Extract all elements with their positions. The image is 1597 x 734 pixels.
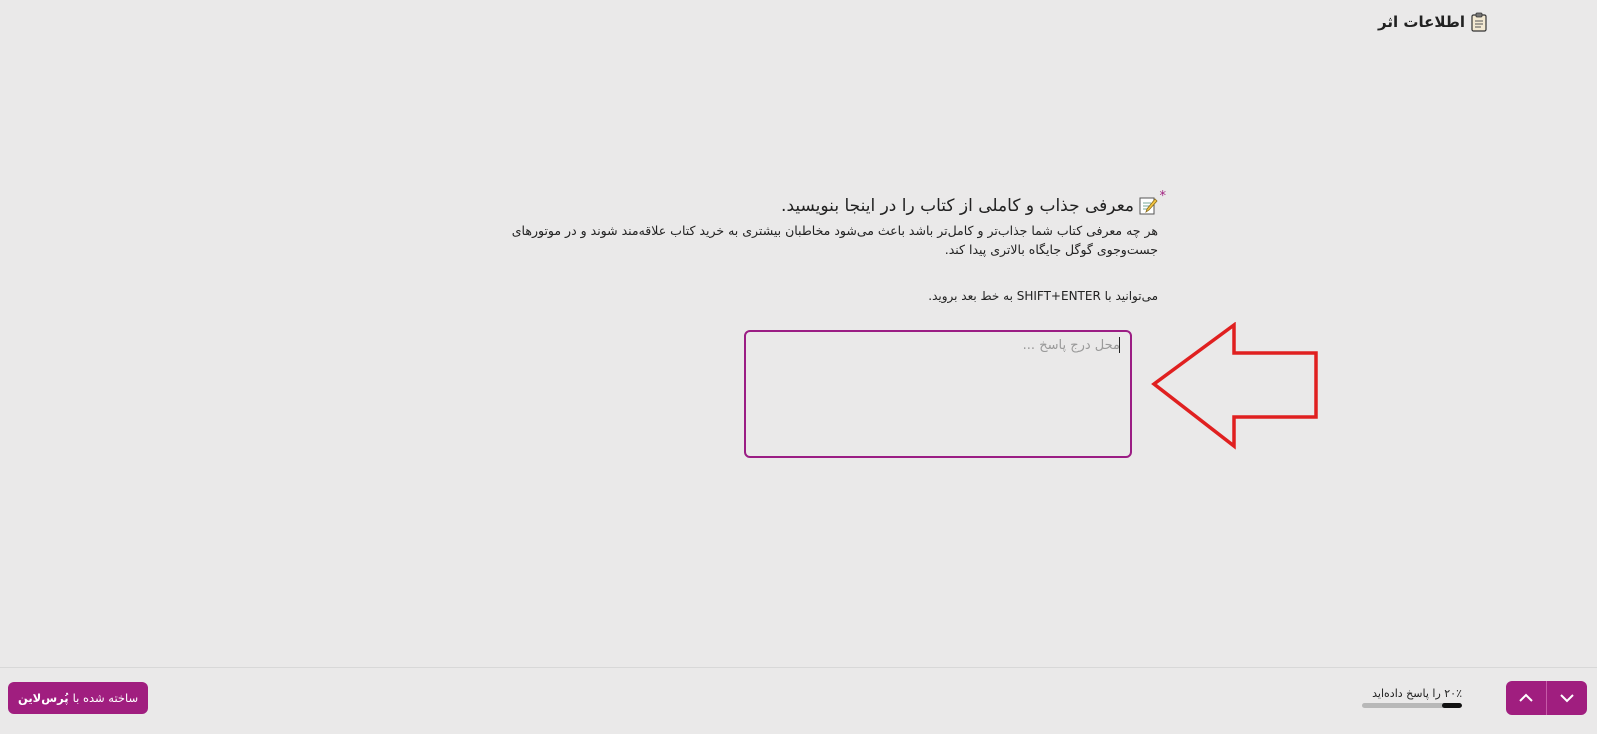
chevron-down-icon bbox=[1560, 694, 1574, 703]
progress-indicator: ۲۰٪ را پاسخ داده‌اید bbox=[1362, 687, 1462, 708]
page-header: اطلاعات اثر bbox=[1378, 12, 1487, 32]
progress-text: ۲۰٪ را پاسخ داده‌اید bbox=[1372, 687, 1462, 700]
progress-fill bbox=[1442, 703, 1462, 708]
made-with-porsline-button[interactable]: ساخته شده با پُرس‌لاین bbox=[8, 682, 149, 714]
red-arrow-icon bbox=[1151, 322, 1318, 450]
page-title: اطلاعات اثر bbox=[1378, 13, 1465, 31]
footer-bar: ساخته شده با پُرس‌لاین ۲۰٪ را پاسخ داده‌… bbox=[0, 667, 1597, 734]
question-title-row: * معرفی جذاب و کاملی از کتاب را در اینجا… bbox=[450, 189, 1166, 219]
brand-name: پُرس‌لاین bbox=[18, 691, 69, 705]
answer-field-container[interactable] bbox=[744, 330, 1132, 458]
question-title: معرفی جذاب و کاملی از کتاب را در اینجا ب… bbox=[781, 196, 1134, 216]
question-navigation bbox=[1506, 681, 1587, 715]
required-mark: * bbox=[1159, 189, 1167, 204]
text-caret bbox=[1119, 337, 1120, 353]
question-description: هر چه معرفی کتاب شما جذاب‌تر و کامل‌تر ب… bbox=[511, 223, 1158, 257]
clipboard-icon bbox=[1471, 12, 1487, 32]
brand-prefix: ساخته شده با bbox=[72, 691, 139, 705]
answer-textarea[interactable] bbox=[756, 338, 1120, 450]
question-hint: می‌توانید با SHIFT+ENTER به خط بعد بروید… bbox=[928, 289, 1158, 303]
memo-icon bbox=[1139, 197, 1158, 215]
chevron-up-icon bbox=[1519, 693, 1533, 702]
previous-question-button[interactable] bbox=[1506, 681, 1546, 715]
next-question-button[interactable] bbox=[1546, 681, 1587, 715]
question-block: * معرفی جذاب و کاملی از کتاب را در اینجا… bbox=[450, 189, 1166, 303]
progress-track bbox=[1362, 703, 1462, 708]
